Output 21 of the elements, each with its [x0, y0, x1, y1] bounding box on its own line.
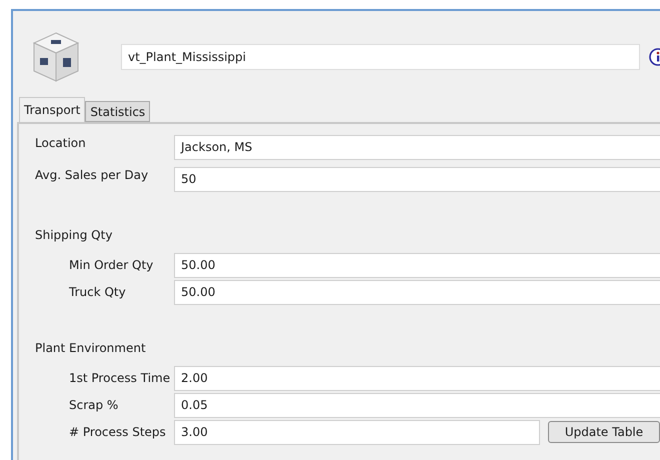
field-label: Scrap %	[69, 397, 120, 414]
field-label: 1st Process Time	[69, 370, 172, 387]
section-heading: Shipping Qty	[35, 227, 114, 244]
input-field[interactable]: Jackson, MS	[174, 134, 660, 160]
input-field[interactable]: 50	[174, 166, 660, 192]
cube-icon	[31, 31, 81, 83]
update-table-button[interactable]: Update Table	[548, 421, 660, 443]
name-field[interactable]: vt_Plant_Mississippi	[121, 44, 640, 70]
field-label: # Process Steps	[69, 424, 167, 441]
input-field[interactable]: 50.00	[174, 252, 660, 278]
field-label: Avg. Sales per Day	[35, 167, 150, 184]
input-field[interactable]: 2.00	[174, 366, 660, 390]
tab[interactable]: Statistics	[85, 101, 150, 122]
field-label: Location	[35, 135, 87, 152]
field-label: Min Order Qty	[69, 257, 154, 274]
section-heading: Plant Environment	[35, 340, 147, 357]
field-label: Truck Qty	[69, 284, 127, 301]
tab[interactable]: Transport	[19, 97, 86, 122]
input-field[interactable]: 0.05	[174, 392, 660, 418]
input-field[interactable]: 50.00	[174, 280, 660, 304]
input-field[interactable]: 3.00	[174, 420, 540, 444]
